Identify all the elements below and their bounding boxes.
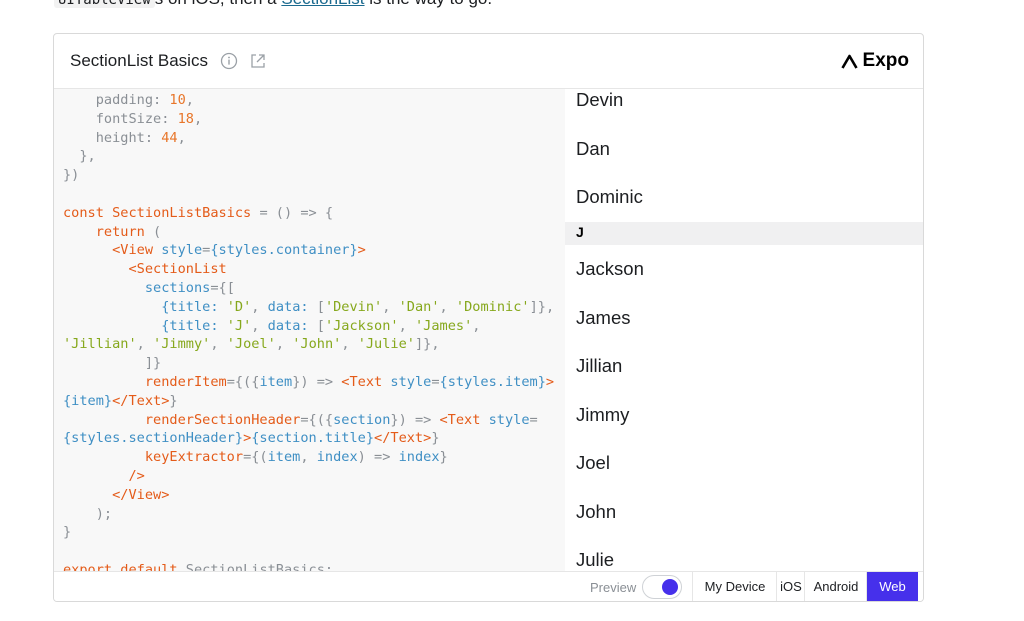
intro-text: UITableViews on iOS, then a SectionList … [54,0,492,10]
toggle-knob [662,579,678,595]
code-editor[interactable]: padding: 10, fontSize: 18, height: 44, }… [54,89,565,571]
list-item: Joel [576,452,610,473]
external-link-icon[interactable] [249,52,267,70]
snack-footer: Preview My Device iOS Android Web [54,571,923,601]
code-line: </View> [112,486,170,503]
preview-label: Preview [590,580,637,595]
code-line: {item}</Text>} [63,392,178,409]
preview-toggle[interactable] [642,575,682,599]
code-line: <SectionList [128,261,227,278]
code-line: ]} [63,355,162,372]
code-line: 'Jillian', 'Jimmy', 'Joel', 'John', 'Jul… [63,336,440,353]
tab-android[interactable]: Android [804,572,867,601]
expo-link[interactable]: Expo [840,34,909,88]
info-icon[interactable] [220,52,238,70]
tab-ios[interactable]: iOS [776,572,805,601]
code-line: {title: 'J', data: ['Jackson', 'James', [161,317,481,334]
expo-label: Expo [862,50,909,71]
list-item: Dominic [576,186,643,207]
snack-player: SectionList Basics Expo padding: 10, fon… [53,33,924,602]
preview-pane[interactable]: Devin Dan Dominic J Jackson James Jillia… [565,89,923,571]
list-item: James [576,307,631,328]
list-item: Jillian [576,355,623,376]
code-line: } [63,524,72,541]
code-line: {title: 'D', data: ['Devin', 'Dan', 'Dom… [161,298,555,315]
code-line: renderItem={({item}) => <Text style={sty… [144,373,555,390]
snack-header: SectionList Basics Expo [54,34,923,89]
list-item: Jackson [576,258,644,279]
section-header: J [565,222,923,245]
snack-title: SectionList Basics [70,51,208,70]
code-line: height: 44, [95,129,186,146]
sectionlist-link[interactable]: SectionList [281,0,364,8]
code-line: }, [63,148,96,165]
code-line: export default SectionListBasics; [63,561,334,571]
code-line: ); [63,505,113,522]
inline-code: UITableView [54,0,155,8]
code-line: sections={[ [144,279,235,296]
code-line: /> [128,467,145,484]
code-line: const SectionListBasics = () => { [63,204,334,221]
code-line: }) [63,167,80,184]
tab-my-device[interactable]: My Device [692,572,777,601]
list-item: Jimmy [576,404,630,425]
list-item: Devin [576,89,624,110]
code-line: fontSize: 18, [95,110,203,127]
code-line: keyExtractor={(item, index) => index} [144,449,448,466]
expo-logo-icon [840,54,858,69]
code-line: return ( [95,223,162,240]
tab-web[interactable]: Web [866,572,918,601]
code-line: renderSectionHeader={({section}) => <Tex… [144,411,538,428]
list-item: Dan [576,138,610,159]
code-line: {styles.sectionHeader}>{section.title}</… [63,430,440,447]
code-content: padding: 10, fontSize: 18, height: 44, }… [63,91,554,571]
code-line: <View style={styles.container}> [112,242,366,259]
code-line: padding: 10, [95,92,194,108]
list-item: John [576,501,617,522]
list-item: Julie [576,549,615,570]
